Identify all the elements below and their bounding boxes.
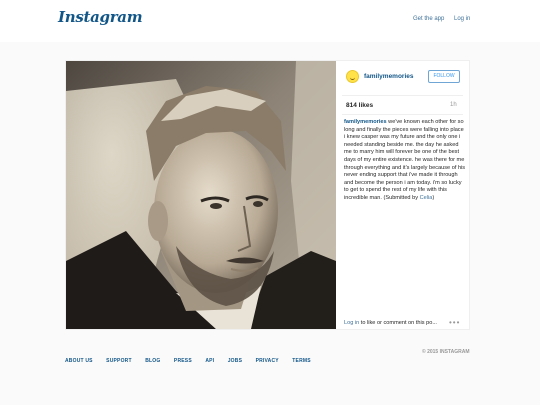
photo-illustration <box>66 61 336 329</box>
divider <box>342 95 463 96</box>
comment-prompt-text: to like or comment on this po... <box>359 320 437 326</box>
instagram-logo[interactable]: Instagram <box>58 8 143 26</box>
post-caption: familymemories we've known each other fo… <box>344 119 466 203</box>
more-options-icon[interactable]: ••• <box>449 318 460 327</box>
follow-button[interactable]: FOLLOW <box>428 70 460 83</box>
top-navigation-bar: Instagram Get the app Log in <box>0 0 540 42</box>
footer-links: ABOUT US SUPPORT BLOG PRESS API JOBS PRI… <box>65 349 320 367</box>
post-photo[interactable] <box>66 61 336 329</box>
post-username[interactable]: familymemories <box>364 73 414 80</box>
post-sidebar: familymemories FOLLOW 814 likes 1h famil… <box>336 61 469 329</box>
footer-link-blog[interactable]: BLOG <box>145 358 160 364</box>
get-the-app-link[interactable]: Get the app <box>413 16 444 22</box>
avatar[interactable] <box>346 70 359 83</box>
login-link[interactable]: Log in <box>454 16 470 22</box>
footer-link-api[interactable]: API <box>205 358 214 364</box>
footer-link-jobs[interactable]: JOBS <box>228 358 242 364</box>
likes-count[interactable]: 814 likes <box>346 102 373 109</box>
footer-link-terms[interactable]: TERMS <box>292 358 311 364</box>
divider <box>342 114 463 115</box>
footer-link-press[interactable]: PRESS <box>174 358 192 364</box>
footer-link-support[interactable]: SUPPORT <box>106 358 132 364</box>
caption-submitted-name[interactable]: Celia <box>420 195 433 201</box>
caption-text: we've known each other for so long and f… <box>344 119 466 201</box>
caption-submitted-suffix: ) <box>432 194 435 201</box>
comment-prompt: Log in to like or comment on this po... <box>344 320 437 326</box>
caption-username[interactable]: familymemories <box>344 119 387 125</box>
post-card: familymemories FOLLOW 814 likes 1h famil… <box>65 60 470 330</box>
footer-link-privacy[interactable]: PRIVACY <box>256 358 279 364</box>
footer-link-about-us[interactable]: ABOUT US <box>65 358 93 364</box>
comment-login-link[interactable]: Log in <box>344 320 359 326</box>
copyright: © 2015 INSTAGRAM <box>422 349 470 355</box>
caption-submitted-prefix: (Submitted by <box>381 194 420 201</box>
post-time[interactable]: 1h <box>450 102 457 108</box>
